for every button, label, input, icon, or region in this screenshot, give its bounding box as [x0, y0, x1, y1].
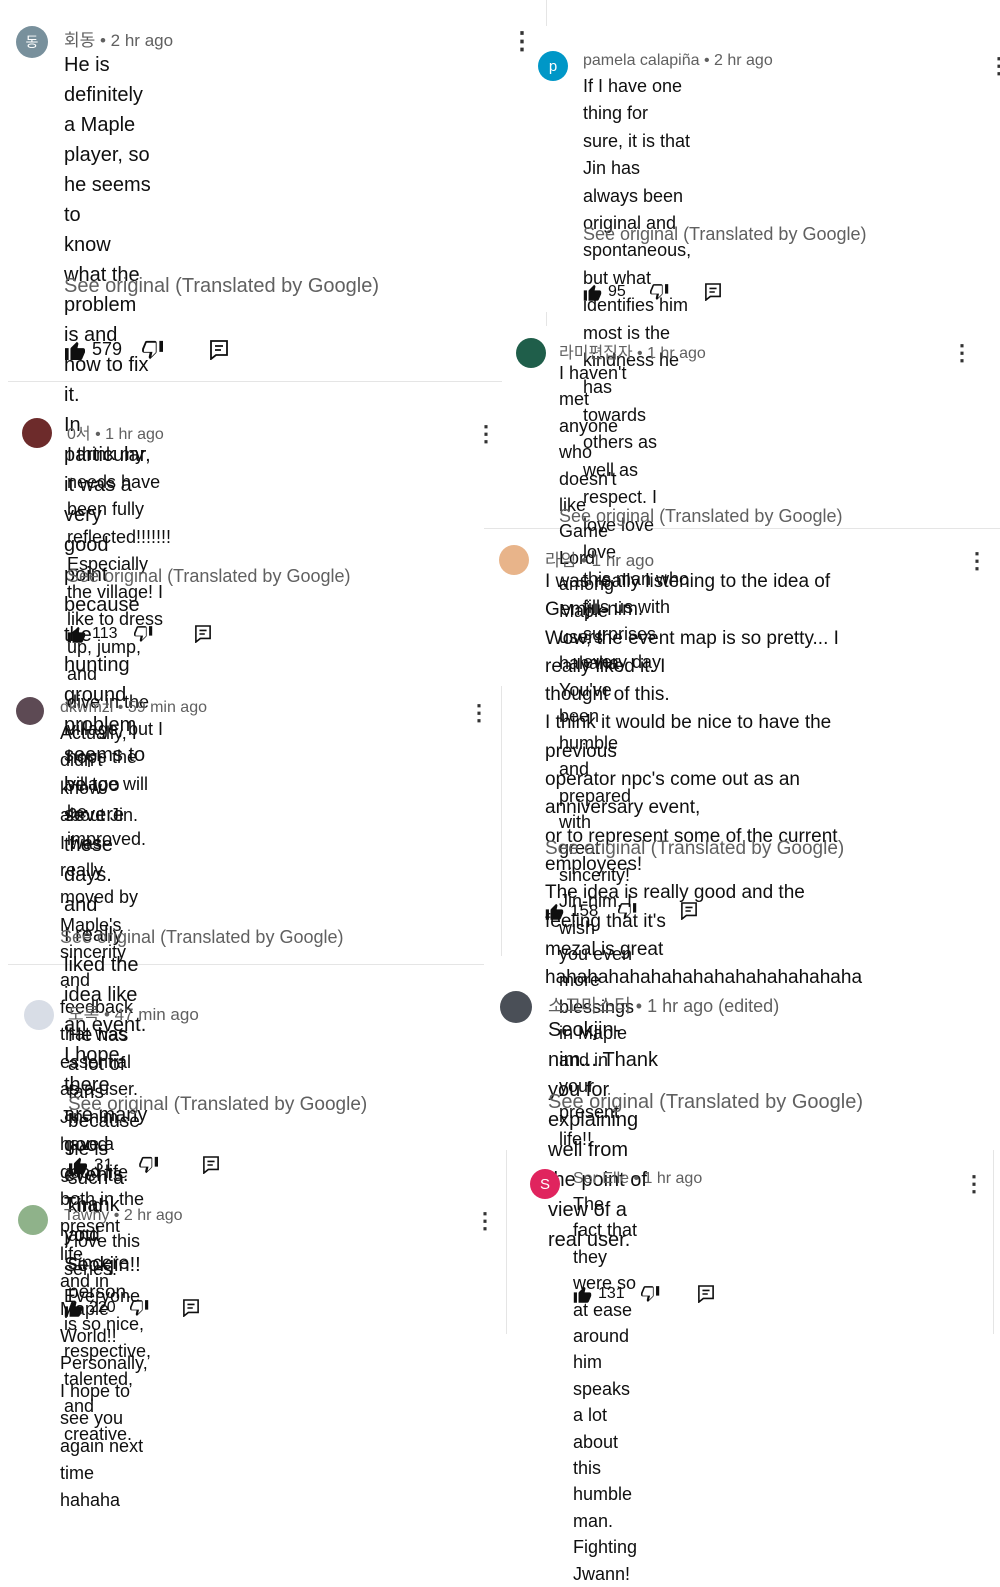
- comment-text: The fact that they were so at ease aroun…: [573, 1194, 638, 1584]
- thumbs-down-icon: [133, 626, 152, 642]
- like-count: 131: [598, 1285, 625, 1302]
- divider: [501, 686, 502, 956]
- thumbs-down-icon: [139, 1156, 158, 1174]
- reply-icon: [182, 1299, 199, 1317]
- divider: [993, 1150, 994, 1334]
- thumbs-down-icon: [618, 903, 637, 919]
- see-original-link[interactable]: See original (Translated by Google): [545, 838, 844, 860]
- avatar[interactable]: [24, 1000, 54, 1030]
- thumbs-down-icon: [640, 1286, 659, 1302]
- reply-icon: [210, 339, 228, 360]
- comment-meta: dkwmzl • 59 min ago: [60, 699, 207, 716]
- comment-actions: 113: [67, 625, 211, 643]
- thumbs-up-icon: [69, 1157, 87, 1174]
- see-original-link[interactable]: See original (Translated by Google): [583, 224, 866, 245]
- comment-text: I was really listening to the idea of Ge…: [545, 571, 863, 989]
- comment-meta: Tawny • 2 hr ago: [64, 1207, 183, 1224]
- reply-button[interactable]: [697, 1285, 714, 1303]
- more-vert-icon[interactable]: ⋮: [475, 423, 497, 445]
- reply-icon: [697, 1285, 714, 1303]
- see-original-link[interactable]: See original (Translated by Google): [68, 1094, 367, 1116]
- reply-button[interactable]: [182, 1299, 199, 1317]
- avatar[interactable]: [18, 1205, 48, 1235]
- comment-meta: Ser Elle • 1 hr ago: [573, 1170, 703, 1187]
- reply-button[interactable]: [203, 1156, 219, 1174]
- avatar[interactable]: p: [538, 51, 568, 81]
- avatar[interactable]: [16, 697, 44, 725]
- like-button[interactable]: 131: [573, 1285, 625, 1303]
- like-button[interactable]: 158: [545, 901, 598, 921]
- reply-icon: [194, 625, 211, 643]
- divider: [546, 0, 547, 26]
- more-vert-icon[interactable]: ⋮: [991, 995, 1000, 1017]
- dislike-button[interactable]: [640, 1285, 660, 1303]
- reply-icon: [704, 283, 721, 301]
- see-original-link[interactable]: See original (Translated by Google): [67, 566, 350, 587]
- comment-actions: 220: [64, 1299, 199, 1317]
- dislike-button[interactable]: [649, 283, 669, 301]
- reply-button[interactable]: [704, 283, 721, 301]
- like-button[interactable]: 579: [64, 339, 122, 360]
- reply-button[interactable]: [210, 339, 228, 360]
- thumbs-up-icon: [64, 1300, 83, 1317]
- like-count: 220: [89, 1299, 116, 1316]
- like-count: 579: [92, 339, 123, 359]
- thumbs-up-icon: [545, 903, 564, 920]
- comment-actions: 158: [545, 901, 698, 921]
- like-button[interactable]: 31: [68, 1155, 113, 1175]
- comment-actions: 131: [573, 1285, 714, 1303]
- thumbs-down-icon: [649, 284, 669, 300]
- like-count: 31: [94, 1155, 113, 1174]
- comment-actions: 95: [583, 283, 721, 301]
- like-button[interactable]: 113: [67, 625, 118, 643]
- divider: [506, 1150, 507, 1334]
- reply-icon: [203, 1156, 219, 1174]
- comment-actions: 579: [64, 339, 228, 360]
- reply-icon: [681, 902, 698, 920]
- see-original-link[interactable]: See original (Translated by Google): [60, 927, 343, 948]
- dislike-button[interactable]: [142, 340, 164, 360]
- thumbs-down-icon: [129, 1300, 148, 1316]
- more-vert-icon[interactable]: ⋮: [474, 1210, 496, 1232]
- avatar[interactable]: S: [530, 1169, 560, 1199]
- thumbs-down-icon: [142, 340, 164, 359]
- thumbs-up-icon: [65, 341, 85, 360]
- dislike-button[interactable]: [618, 902, 637, 920]
- like-count: 95: [608, 283, 626, 300]
- more-vert-icon[interactable]: ⋮: [468, 702, 490, 724]
- see-original-link[interactable]: See original (Translated by Google): [559, 506, 842, 527]
- dislike-button[interactable]: [129, 1299, 149, 1317]
- more-vert-icon[interactable]: ⋮: [988, 55, 1000, 77]
- thumbs-up-icon: [573, 1286, 592, 1303]
- more-vert-icon[interactable]: ⋮: [963, 1173, 985, 1195]
- more-vert-icon[interactable]: ⋮: [966, 550, 988, 572]
- dislike-button[interactable]: [133, 625, 153, 643]
- like-count: 158: [570, 901, 599, 920]
- see-original-link[interactable]: See original (Translated by Google): [64, 275, 379, 298]
- like-count: 113: [92, 625, 118, 642]
- like-button[interactable]: 220: [64, 1299, 116, 1317]
- divider: [546, 312, 547, 326]
- avatar[interactable]: [22, 418, 52, 448]
- reply-button[interactable]: [681, 902, 698, 920]
- more-vert-icon[interactable]: ⋮: [951, 342, 973, 364]
- more-vert-icon[interactable]: ⋮: [510, 30, 534, 54]
- avatar[interactable]: [499, 545, 529, 575]
- like-button[interactable]: 95: [583, 283, 626, 301]
- avatar[interactable]: [500, 991, 532, 1023]
- thumbs-up-icon: [583, 284, 602, 301]
- comment-actions: 31: [68, 1155, 219, 1175]
- reply-button[interactable]: [194, 625, 211, 643]
- thumbs-up-icon: [67, 626, 86, 643]
- avatar[interactable]: 동: [16, 26, 48, 58]
- comment-meta: 회동 • 2 hr ago: [64, 31, 174, 50]
- comment-text: I love this series. Everyone is so nice,…: [64, 1231, 152, 1444]
- avatar[interactable]: [516, 338, 546, 368]
- see-original-link[interactable]: See original (Translated by Google): [548, 1091, 863, 1114]
- comment-meta: pamela calapiña • 2 hr ago: [583, 52, 773, 69]
- dislike-button[interactable]: [139, 1156, 159, 1174]
